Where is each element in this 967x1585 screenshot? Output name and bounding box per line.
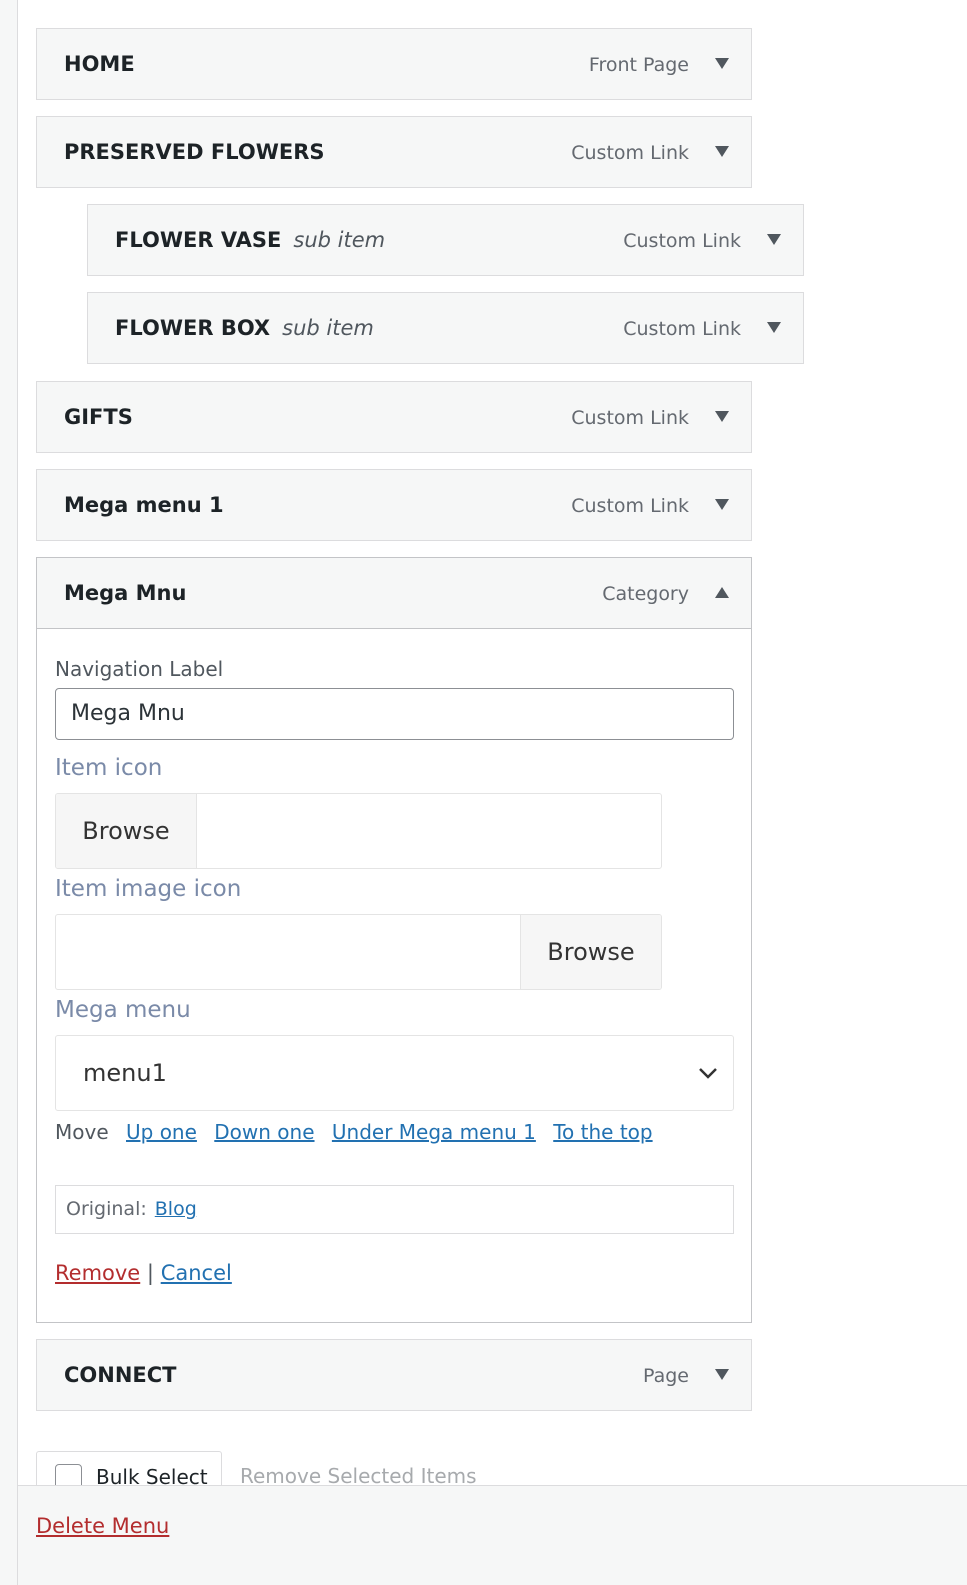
item-image-icon-label: Item image icon <box>55 876 242 902</box>
menu-item-type: Front Page <box>588 54 689 76</box>
menu-item-preserved-flowers[interactable]: PRESERVED FLOWERS Custom Link <box>36 116 752 188</box>
menu-item-type: Category <box>602 583 689 605</box>
menu-item-type: Custom Link <box>623 230 741 252</box>
action-separator: | <box>146 1261 154 1285</box>
original-link[interactable]: Blog <box>155 1198 197 1220</box>
menu-item-home[interactable]: HOME Front Page <box>36 28 752 100</box>
menu-item-title: PRESERVED FLOWERS <box>64 140 325 164</box>
expand-arrow-icon[interactable] <box>715 146 729 157</box>
move-label: Move <box>55 1120 109 1144</box>
menu-item-connect[interactable]: CONNECT Page <box>36 1339 752 1411</box>
sub-item-label: sub item <box>293 228 386 252</box>
move-down-one-link[interactable]: Down one <box>214 1120 314 1144</box>
navigation-label-input[interactable]: Mega Mnu <box>55 688 734 740</box>
menu-item-settings: Navigation Label Mega Mnu Item icon Brow… <box>36 629 752 1323</box>
menu-item-mega-menu-1[interactable]: Mega menu 1 Custom Link <box>36 469 752 541</box>
delete-menu-link[interactable]: Delete Menu <box>36 1514 169 1538</box>
menu-item-title: FLOWER BOX sub item <box>115 293 374 363</box>
menu-item-type: Custom Link <box>623 318 741 340</box>
menu-item-title: CONNECT <box>64 1363 177 1387</box>
sub-item-label: sub item <box>282 316 374 340</box>
expand-arrow-icon[interactable] <box>767 234 781 245</box>
menu-item-title-text: FLOWER BOX <box>115 316 271 340</box>
menu-item-gifts[interactable]: GIFTS Custom Link <box>36 381 752 453</box>
mega-menu-select[interactable]: menu1 <box>55 1035 734 1111</box>
menu-item-title: GIFTS <box>64 405 133 429</box>
original-box: Original: Blog <box>55 1185 734 1234</box>
navigation-label-title: Navigation Label <box>55 657 224 681</box>
expand-arrow-icon[interactable] <box>715 1369 729 1380</box>
remove-link[interactable]: Remove <box>55 1261 140 1285</box>
menu-footer: Delete Menu <box>18 1485 967 1585</box>
menu-item-flower-vase[interactable]: FLOWER VASE sub item Custom Link <box>87 204 804 276</box>
menu-item-type: Custom Link <box>571 407 689 429</box>
left-border <box>0 0 18 1585</box>
expand-arrow-icon[interactable] <box>715 58 729 69</box>
expand-arrow-icon[interactable] <box>715 499 729 510</box>
menu-item-title: Mega menu 1 <box>64 493 224 517</box>
menu-item-title: Mega Mnu <box>64 581 187 605</box>
original-label: Original: <box>66 1198 147 1220</box>
mega-menu-selected-value: menu1 <box>83 1059 167 1087</box>
move-row: Move Up one Down one Under Mega menu 1 T… <box>55 1120 653 1144</box>
item-icon-browse-button[interactable]: Browse <box>56 794 197 868</box>
cancel-link[interactable]: Cancel <box>161 1261 232 1285</box>
menu-item-title: HOME <box>64 52 135 76</box>
item-icon-field[interactable]: Browse <box>55 793 662 869</box>
mega-menu-label: Mega menu <box>55 997 191 1023</box>
move-to-top-link[interactable]: To the top <box>553 1120 652 1144</box>
expand-arrow-icon[interactable] <box>715 411 729 422</box>
menu-item-mega-mnu[interactable]: Mega Mnu Category <box>36 557 752 629</box>
move-under-link[interactable]: Under Mega menu 1 <box>332 1120 536 1144</box>
item-image-icon-field[interactable]: Browse <box>55 914 662 990</box>
move-up-one-link[interactable]: Up one <box>126 1120 197 1144</box>
menu-item-title-text: FLOWER VASE <box>115 228 282 252</box>
item-image-icon-browse-button[interactable]: Browse <box>520 915 661 989</box>
expand-arrow-icon[interactable] <box>767 322 781 333</box>
menu-item-type: Custom Link <box>571 142 689 164</box>
chevron-down-icon <box>699 1068 717 1079</box>
menu-item-type: Page <box>643 1365 689 1387</box>
item-actions: Remove | Cancel <box>55 1261 232 1285</box>
item-icon-label: Item icon <box>55 755 163 781</box>
menu-item-title: FLOWER VASE sub item <box>115 205 385 275</box>
menu-item-flower-box[interactable]: FLOWER BOX sub item Custom Link <box>87 292 804 364</box>
menu-item-type: Custom Link <box>571 495 689 517</box>
collapse-arrow-icon[interactable] <box>715 587 729 598</box>
